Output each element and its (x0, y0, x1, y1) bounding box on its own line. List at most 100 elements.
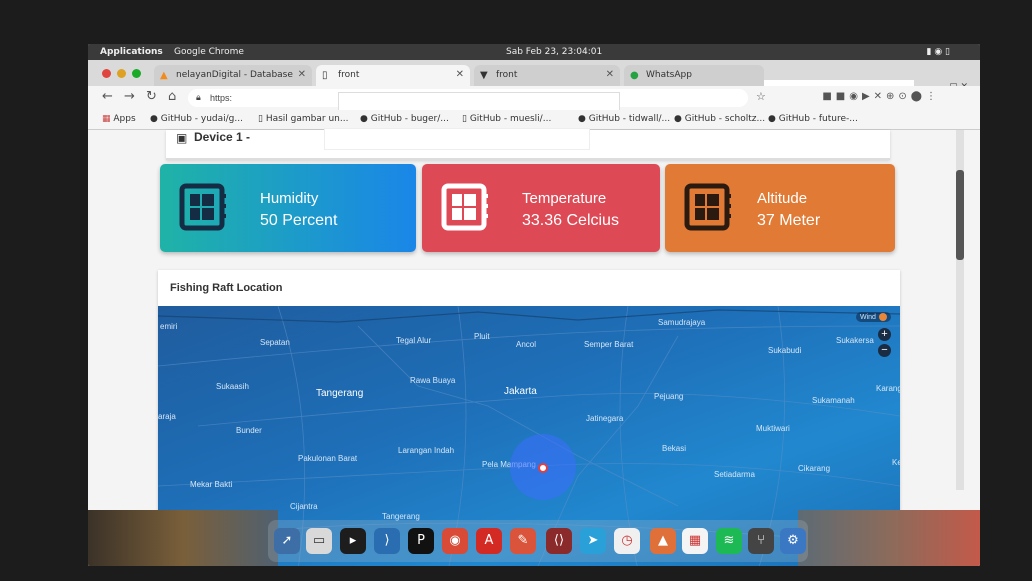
card-label: Humidity (260, 190, 319, 207)
close-icon[interactable]: ✕ (606, 69, 614, 80)
wind-icon (878, 313, 887, 321)
tab-front[interactable]: ▼ front ✕ (474, 65, 620, 86)
clock-icon[interactable]: ◷ (614, 528, 640, 554)
map-place-label: Sukamanah (812, 396, 855, 405)
bookmark-item[interactable]: ● GitHub - yudai/g... (150, 114, 243, 124)
bookmark-item[interactable]: ● GitHub - future-... (768, 114, 858, 124)
lock-icon: 🔒︎ (196, 92, 201, 102)
github-icon: ● (150, 114, 158, 124)
desktop-wallpaper (798, 510, 980, 566)
map-place-label: Bekasi (662, 444, 687, 453)
bookmark-item[interactable]: ● GitHub - tidwall/... (578, 114, 670, 124)
bookmark-item[interactable]: ● GitHub - scholtz... (674, 114, 765, 124)
git-icon[interactable]: ⑂ (748, 528, 774, 554)
dock: ➚ ▭ ▸ ⟩ P ◉ A ✎ ⟨⟩ ➤ ◷ ▲ ▦ ≋ ⑂ ⚙ (268, 520, 808, 562)
map-place-label: Pakulonan Barat (298, 454, 358, 463)
map-place-label: Mekar Bakti (190, 480, 233, 489)
chip-icon (441, 183, 488, 231)
map-place-label: Cikarang (798, 464, 831, 473)
tab-whatsapp[interactable]: ● WhatsApp (624, 65, 764, 86)
tab-front-active[interactable]: ▯ front ✕ (316, 65, 470, 86)
altitude-card: Altitude 37 Meter (665, 164, 895, 252)
redacted-url (338, 92, 620, 112)
device-header: ▣ Device 1 - (166, 128, 890, 160)
pycharm-icon[interactable]: P (408, 528, 434, 554)
wind-label: Wind (860, 313, 876, 321)
close-window-button[interactable] (102, 69, 111, 78)
map-place-label: Sukaasih (216, 382, 249, 391)
close-icon[interactable]: ✕ (456, 69, 464, 80)
tab-label: nelayanDigital - Database (176, 70, 293, 80)
tab-strip: ▲ nelayanDigital - Database ✕ ▯ front ✕ … (88, 60, 980, 100)
page-icon: ▯ (462, 114, 467, 124)
launchpad-icon[interactable]: ➚ (274, 528, 300, 554)
firebase-icon: ▲ (160, 70, 168, 81)
terminal-icon[interactable]: ▸ (340, 528, 366, 554)
bookmark-label: GitHub - scholtz... (684, 114, 766, 124)
back-arrow-icon[interactable]: ← (102, 89, 113, 104)
bookmark-item[interactable]: ▯ Hasil gambar un... (258, 114, 348, 124)
minimize-window-button[interactable] (117, 69, 126, 78)
acrobat-icon[interactable]: A (476, 528, 502, 554)
home-icon[interactable]: ⌂ (168, 89, 176, 104)
bookmark-item[interactable]: ● GitHub - buger/... (360, 114, 449, 124)
bookmarks-bar: ▦ Apps ● GitHub - yudai/g... ▯ Hasil gam… (88, 110, 980, 130)
bookmark-label: GitHub - muesli/... (469, 114, 552, 124)
vscode-icon[interactable]: ⟩ (374, 528, 400, 554)
bookmark-label: GitHub - yudai/g... (160, 114, 243, 124)
map-place-label: Muktiwari (756, 424, 790, 433)
wind-toggle[interactable]: Wind (856, 312, 891, 322)
keynote-icon[interactable]: ▲ (650, 528, 676, 554)
settings-gear-icon[interactable]: ⚙ (780, 528, 806, 554)
device-icon: ▣ (176, 131, 188, 145)
close-icon[interactable]: ✕ (298, 69, 306, 80)
apps-grid-icon: ▦ (102, 114, 111, 124)
bookmark-apps[interactable]: ▦ Apps (102, 114, 136, 124)
tab-label: front (338, 70, 360, 80)
address-bar[interactable]: 🔒︎ https: (188, 89, 748, 112)
map-place-label: Cijantra (290, 502, 318, 511)
card-value: 37 Meter (757, 212, 821, 229)
bookmark-label: Apps (113, 114, 136, 124)
calendar-icon[interactable]: ▦ (682, 528, 708, 554)
map-place-label: Bunder (236, 426, 262, 435)
location-marker-icon[interactable] (538, 463, 548, 473)
finder-icon[interactable]: ▭ (306, 528, 332, 554)
reload-icon[interactable]: ↻ (146, 89, 157, 104)
telegram-icon[interactable]: ➤ (580, 528, 606, 554)
safari-icon[interactable]: ✎ (510, 528, 536, 554)
map-place-label: Tangerang (316, 388, 364, 399)
extension-icons[interactable]: ■■◉▶✕⊕⊙⬤⋮ (822, 91, 940, 105)
star-icon[interactable]: ☆ (756, 90, 766, 103)
tab-nelayandigital[interactable]: ▲ nelayanDigital - Database ✕ (154, 65, 312, 86)
applications-menu[interactable]: Applications (100, 47, 163, 57)
bookmark-label: Hasil gambar un... (265, 114, 349, 124)
browser-screen: Applications Google Chrome Sab Feb 23, 2… (88, 44, 980, 566)
temperature-card: Temperature 33.36 Celcius (422, 164, 660, 252)
scrollbar-thumb[interactable] (956, 170, 964, 260)
map-place-label: Jatinegara (586, 414, 624, 423)
chrome-icon[interactable]: ◉ (442, 528, 468, 554)
map-place-label: Rawa Buaya (410, 376, 456, 385)
github-icon: ● (768, 114, 776, 124)
github-icon: ● (674, 114, 682, 124)
page-icon: ▯ (258, 114, 263, 124)
forward-arrow-icon[interactable]: → (124, 89, 135, 104)
map-place-label: Sukakersa (836, 336, 874, 345)
zoom-out-button[interactable]: − (878, 344, 891, 357)
chrome-menu[interactable]: Google Chrome (174, 47, 244, 57)
page-content: ▣ Device 1 - Humidity 50 Percent Tempera… (88, 128, 980, 566)
map-place-label: Ancol (516, 340, 537, 349)
map-title: Fishing Raft Location (170, 282, 283, 294)
whatsapp-icon: ● (630, 70, 639, 81)
page-icon: ▯ (322, 70, 328, 81)
github-icon: ● (360, 114, 368, 124)
bookmark-item[interactable]: ▯ GitHub - muesli/... (462, 114, 551, 124)
toolbar: ← → ↻ ⌂ 🔒︎ https: ☆ ■■◉▶✕⊕⊙⬤⋮ (88, 86, 980, 112)
zoom-in-button[interactable]: + (878, 328, 891, 341)
map-place-label: Sepatan (260, 338, 290, 347)
scrollbar[interactable] (956, 130, 964, 490)
sublime-icon[interactable]: ⟨⟩ (546, 528, 572, 554)
maximize-window-button[interactable] (132, 69, 141, 78)
spotify-icon[interactable]: ≋ (716, 528, 742, 554)
